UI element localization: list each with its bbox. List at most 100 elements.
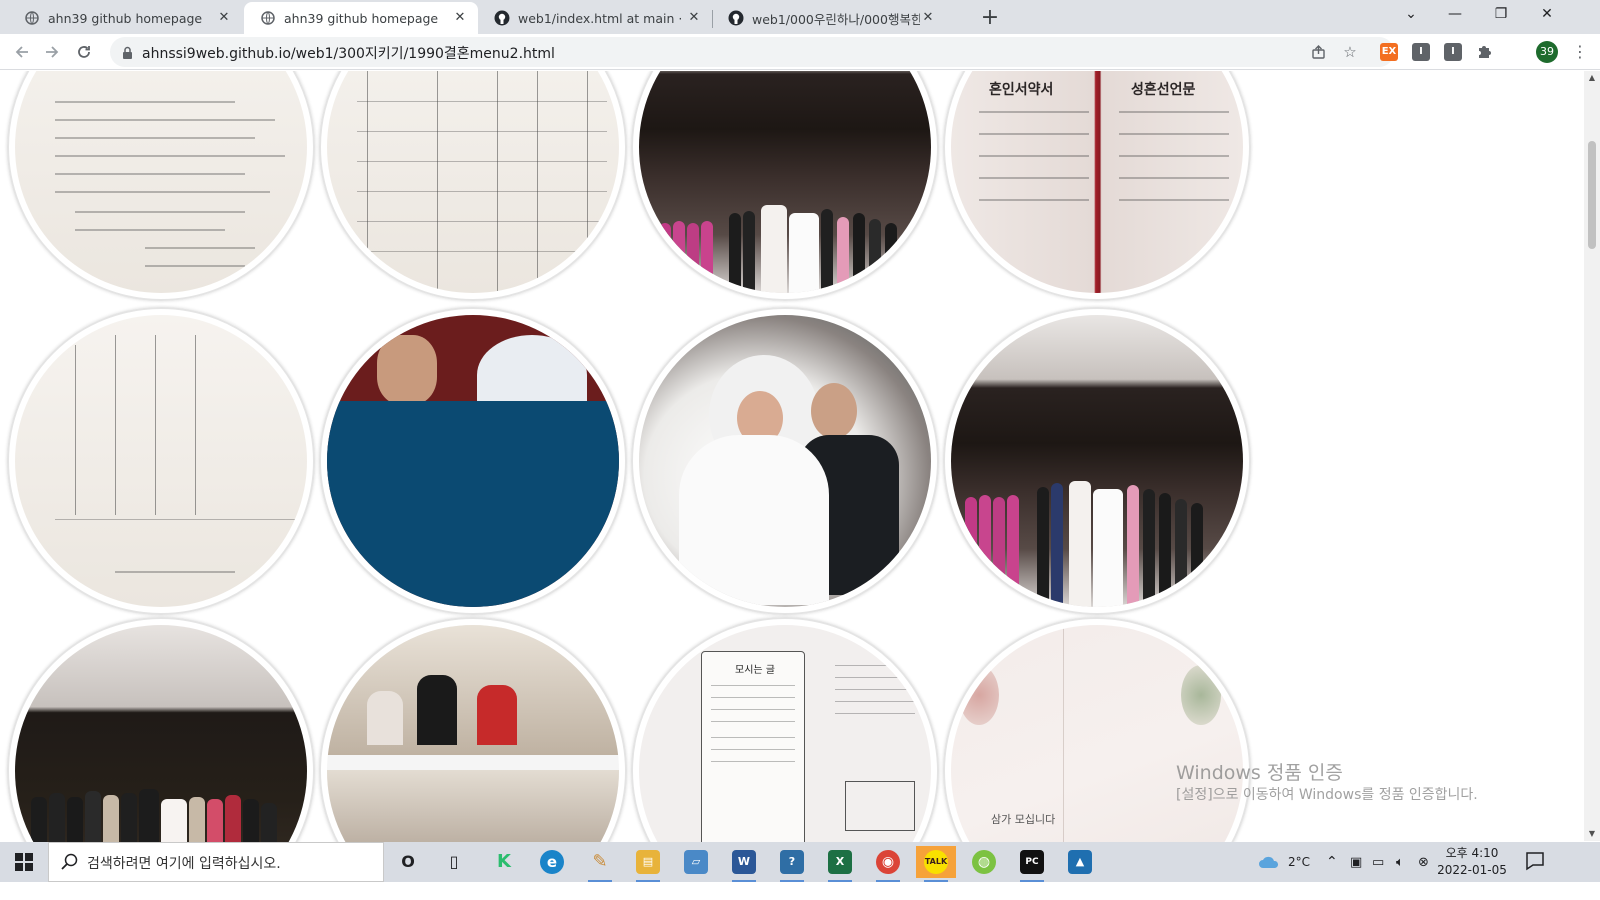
chrome-icon[interactable]: ◉ — [868, 846, 908, 882]
url-text[interactable]: ahnssi9web.github.io/web1/300지키기/1990결혼m… — [142, 43, 555, 63]
app-icon-blue[interactable]: ? — [772, 846, 812, 882]
excel-icon[interactable]: X — [820, 846, 860, 882]
photo-bride-and-groom[interactable] — [631, 307, 939, 615]
photo-floral-card[interactable]: 삼가 모십니다 — [943, 617, 1251, 861]
network-icon[interactable]: ▭ — [1372, 842, 1384, 882]
file-explorer-icon[interactable]: ▤ — [628, 846, 668, 882]
search-placeholder: 검색하려면 여기에 입력하십시오. — [87, 856, 281, 872]
couple-photo-image — [639, 315, 931, 607]
photo-handwritten-document[interactable] — [7, 71, 315, 301]
forward-button[interactable] — [38, 38, 66, 66]
profile-avatar[interactable]: 39 — [1536, 41, 1558, 63]
volume-icon[interactable]: 🔈︎ — [1396, 842, 1404, 882]
minimize-button[interactable]: — — [1432, 0, 1478, 30]
scroll-up-arrow-icon[interactable]: ▲ — [1584, 71, 1600, 85]
photo-wedding-group-2[interactable] — [943, 307, 1251, 615]
input-method-icon[interactable]: ⊗ — [1418, 842, 1429, 882]
page-scrollbar[interactable]: ▲ ▼ — [1584, 71, 1600, 841]
document-image — [15, 71, 307, 293]
photo-partially-loaded[interactable] — [319, 307, 627, 615]
unloaded-image-area — [327, 401, 619, 607]
group-photo-2-image — [951, 315, 1243, 607]
share-icon[interactable] — [1308, 42, 1328, 62]
address-bar[interactable]: ahnssi9web.github.io/web1/300지키기/1990결혼m… — [110, 37, 1394, 67]
k-app-icon[interactable]: K — [484, 846, 524, 878]
tab-title: ahn39 github homepage — [284, 10, 439, 26]
globe-icon — [260, 10, 276, 26]
photo-wedding-group[interactable] — [631, 71, 939, 301]
invitation-image: 모시는 글 — [639, 625, 931, 861]
notepad-icon[interactable]: ▱ — [676, 846, 716, 878]
photo-wedding-certificate[interactable]: 혼인서약서 성혼선언문 — [943, 71, 1251, 301]
photo-home-snapshots[interactable] — [319, 617, 627, 861]
paint-icon[interactable]: ✎ — [580, 846, 620, 882]
cortana-icon[interactable]: O — [388, 846, 428, 878]
scroll-down-arrow-icon[interactable]: ▼ — [1584, 827, 1600, 841]
signature-document-image — [15, 315, 307, 607]
restore-button[interactable]: ❐ — [1478, 0, 1524, 30]
windows-logo-icon — [15, 853, 33, 871]
task-view-icon[interactable]: ▯ — [434, 846, 474, 878]
tab-title: web1/000우린하나/000행복한 순간 — [752, 11, 920, 27]
ext-orange-icon[interactable]: EX — [1380, 43, 1398, 61]
weather-widget[interactable]: 2°C — [1258, 842, 1310, 882]
certificate-right-title: 성혼선언문 — [1131, 82, 1196, 98]
new-tab-button[interactable]: + — [976, 5, 1004, 33]
tray-chevron-up-icon[interactable]: ⌃ — [1326, 842, 1338, 882]
windows-taskbar: 검색하려면 여기에 입력하십시오. O ▯ K e ✎ ▤ ▱ W ? X ◉ … — [0, 842, 1600, 882]
start-button[interactable] — [0, 842, 48, 882]
tray-device-icon[interactable]: ▣ — [1350, 842, 1362, 882]
tab-title: ahn39 github homepage — [48, 10, 203, 26]
menu-kebab-icon[interactable]: ⋮ — [1570, 40, 1590, 64]
ext-gray-icon-1[interactable]: I — [1412, 43, 1430, 61]
invitation-title: 모시는 글 — [735, 665, 775, 676]
globe-icon — [24, 10, 40, 26]
system-clock[interactable]: 오후 4:10 2022-01-05 — [1432, 845, 1512, 879]
extensions-puzzle-icon[interactable] — [1470, 38, 1498, 66]
tab-close-icon[interactable]: ✕ — [920, 10, 936, 26]
messenger-icon[interactable]: ◍ — [964, 846, 1004, 878]
floral-card-image: 삼가 모십니다 — [951, 625, 1243, 861]
github-icon — [494, 10, 510, 26]
photo-signature-document[interactable] — [7, 307, 315, 615]
arrow-left-icon — [15, 46, 28, 58]
tab-3[interactable]: web1/index.html at main · ahnss ✕ — [478, 2, 712, 34]
edge-icon[interactable]: e — [532, 846, 572, 878]
tab-close-icon[interactable]: ✕ — [686, 10, 702, 26]
bookmark-star-icon[interactable]: ☆ — [1340, 42, 1360, 62]
tab-search-button[interactable]: ⌄ — [1388, 0, 1434, 30]
tab-2-active[interactable]: ahn39 github homepage ✕ — [244, 2, 478, 34]
scroll-thumb[interactable] — [1588, 141, 1596, 249]
github-icon — [728, 10, 744, 26]
pycharm-icon[interactable]: PC — [1012, 846, 1052, 882]
ext-gray-icon-2[interactable]: I — [1444, 43, 1462, 61]
certificate-left-title: 혼인서약서 — [989, 82, 1054, 98]
tab-1[interactable]: ahn39 github homepage ✕ — [8, 2, 242, 34]
floral-card-caption: 삼가 모십니다 — [991, 813, 1056, 826]
browser-toolbar: ahnssi9web.github.io/web1/300지키기/1990결혼m… — [0, 34, 1600, 70]
photo-family-group[interactable] — [7, 617, 315, 861]
word-icon[interactable]: W — [724, 846, 764, 882]
tab-close-icon[interactable]: ✕ — [216, 10, 232, 26]
group-photo-image — [639, 71, 931, 293]
kakaotalk-icon[interactable]: TALK — [916, 846, 956, 882]
close-window-button[interactable]: ✕ — [1524, 0, 1570, 30]
cloud-icon — [1259, 856, 1279, 868]
photo-wedding-invitation[interactable]: 모시는 글 — [631, 617, 939, 861]
reload-button[interactable] — [70, 38, 98, 66]
tab-close-icon[interactable]: ✕ — [452, 10, 468, 26]
tab-title: web1/index.html at main · ahnss — [518, 10, 686, 26]
gallery-page: 혼인서약서 성혼선언문 모시는 글 삼가 모십니다 Windows 정품 인증 … — [0, 71, 1584, 861]
photos-icon[interactable]: ▲ — [1060, 846, 1100, 878]
back-button[interactable] — [8, 38, 36, 66]
lock-icon[interactable] — [122, 45, 133, 64]
windows-activation-title: Windows 정품 인증 — [1176, 762, 1343, 784]
arrow-right-icon — [46, 46, 59, 58]
weather-temp: 2°C — [1288, 855, 1311, 869]
notification-center-icon[interactable] — [1524, 850, 1548, 874]
tab-4[interactable]: web1/000우린하나/000행복한 순간 ✕ — [712, 2, 946, 34]
windows-activation-subtitle: [설정]으로 이동하여 Windows를 정품 인증합니다. — [1176, 787, 1478, 803]
photo-printed-table[interactable] — [319, 71, 627, 301]
partial-photo-image — [327, 315, 619, 607]
taskbar-search-box[interactable]: 검색하려면 여기에 입력하십시오. — [48, 842, 384, 882]
